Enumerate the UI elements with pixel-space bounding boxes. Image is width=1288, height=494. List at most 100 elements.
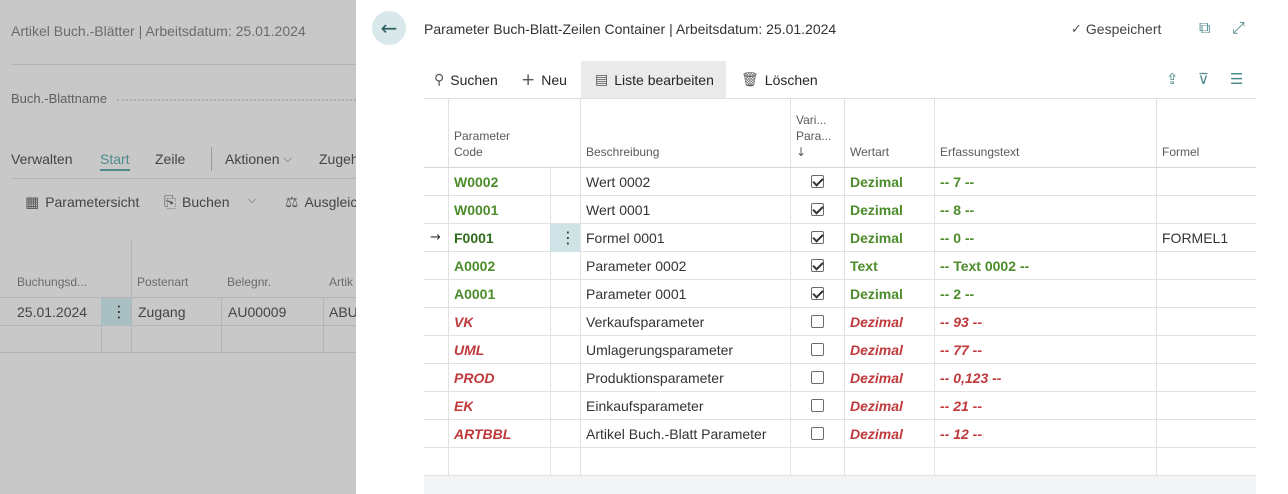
cell-parameter-code[interactable]: ARTBBL — [454, 420, 511, 448]
table-row[interactable]: W0002 Wert 0002 Dezimal -- 7 -- — [424, 168, 1256, 196]
cell-postenart[interactable]: Zugang — [138, 304, 185, 320]
table-row[interactable]: A0002 Parameter 0002 Text -- Text 0002 -- — [424, 252, 1256, 280]
column-header-buchungsdatum[interactable]: Buchungsd... — [17, 275, 87, 289]
cell-parameter-code[interactable]: VK — [454, 308, 473, 336]
cell-parameter-code[interactable]: W0002 — [454, 168, 498, 196]
column-header-formel[interactable]: Formel — [1162, 144, 1199, 160]
ausgleich-button[interactable]: ⚖ Ausgleic — [285, 193, 356, 211]
cell-wertart[interactable]: Dezimal — [850, 308, 903, 336]
table-row[interactable]: VK Verkaufsparameter Dezimal -- 93 -- — [424, 308, 1256, 336]
cell-belegnr[interactable]: AU00009 — [228, 304, 286, 320]
column-header-beschreibung[interactable]: Beschreibung — [586, 144, 659, 160]
cell-beschreibung[interactable]: Umlagerungsparameter — [586, 336, 733, 364]
column-header-erfassungstext[interactable]: Erfassungstext — [940, 144, 1019, 160]
cell-buchungsdatum[interactable]: 25.01.2024 — [17, 304, 87, 320]
cell-erfassungstext[interactable]: -- 0 -- — [940, 224, 974, 252]
cell-beschreibung[interactable]: Parameter 0001 — [586, 280, 686, 308]
table-row[interactable]: EK Einkaufsparameter Dezimal -- 21 -- — [424, 392, 1256, 420]
parametersicht-button[interactable]: ▦ Parametersicht — [25, 193, 139, 211]
variable-parameter-checkbox[interactable] — [811, 259, 824, 272]
cell-erfassungstext[interactable]: -- 7 -- — [940, 168, 974, 196]
variable-parameter-checkbox[interactable] — [811, 427, 824, 440]
variable-parameter-checkbox[interactable] — [811, 175, 824, 188]
cell-beschreibung[interactable]: Wert 0002 — [586, 168, 650, 196]
row-divider — [0, 325, 356, 326]
cell-parameter-code[interactable]: UML — [454, 336, 484, 364]
kebab-icon[interactable]: ⋮ — [111, 302, 127, 321]
footer-strip — [424, 476, 1256, 494]
cell-beschreibung[interactable]: Produktionsparameter — [586, 364, 724, 392]
cell-erfassungstext[interactable]: -- 21 -- — [940, 392, 982, 420]
cell-parameter-code[interactable]: F0001 — [454, 224, 494, 252]
cell-erfassungstext[interactable]: -- 2 -- — [940, 280, 974, 308]
cell-formel[interactable]: FORMEL1 — [1162, 224, 1228, 252]
list-icon[interactable]: ☰ — [1230, 70, 1243, 88]
variable-parameter-checkbox[interactable] — [811, 371, 824, 384]
kebab-icon[interactable]: ⋮ — [560, 224, 576, 252]
cell-wertart[interactable]: Dezimal — [850, 168, 903, 196]
column-header-wertart[interactable]: Wertart — [850, 144, 889, 160]
buchen-dropdown[interactable]: ⌵ — [248, 193, 256, 207]
column-header-postenart[interactable]: Postenart — [137, 275, 188, 289]
column-header-belegnr[interactable]: Belegnr. — [227, 275, 271, 289]
filter-icon[interactable]: ⊽ — [1198, 70, 1209, 88]
cell-erfassungstext[interactable]: -- 93 -- — [940, 308, 982, 336]
cell-wertart[interactable]: Dezimal — [850, 224, 903, 252]
expand-icon[interactable]: ⤢ — [1232, 18, 1245, 38]
cell-artikel[interactable]: ABU — [329, 304, 356, 320]
cell-wertart[interactable]: Dezimal — [850, 196, 903, 224]
cell-beschreibung[interactable]: Artikel Buch.-Blatt Parameter — [586, 420, 767, 448]
cell-parameter-code[interactable]: W0001 — [454, 196, 498, 224]
empty-row[interactable] — [424, 448, 1256, 476]
delete-button[interactable]: 🗑 Löschen — [733, 61, 826, 98]
column-header-variabler-parameter[interactable]: Vari... Para... ↓ — [796, 112, 831, 160]
grid-icon: ▦ — [25, 193, 40, 211]
table-row[interactable]: ARTBBL Artikel Buch.-Blatt Parameter Dezim… — [424, 420, 1256, 448]
cell-beschreibung[interactable]: Parameter 0002 — [586, 252, 686, 280]
buchen-button[interactable]: ⎘ Buchen — [164, 193, 230, 211]
new-button[interactable]: + Neu — [513, 61, 575, 98]
share-icon[interactable]: ⇪ — [1166, 70, 1179, 88]
variable-parameter-checkbox[interactable] — [811, 203, 824, 216]
cell-erfassungstext[interactable]: -- 0,123 -- — [940, 364, 1001, 392]
back-button[interactable]: ← — [372, 11, 406, 45]
cell-erfassungstext[interactable]: -- 12 -- — [940, 420, 982, 448]
column-header-artikel[interactable]: Artik — [329, 275, 353, 289]
cell-parameter-code[interactable]: A0002 — [454, 252, 495, 280]
cell-erfassungstext[interactable]: -- Text 0002 -- — [940, 252, 1029, 280]
cell-beschreibung[interactable]: Verkaufsparameter — [586, 308, 704, 336]
column-header-parameter-code[interactable]: Parameter Code — [454, 128, 510, 160]
cell-parameter-code[interactable]: EK — [454, 392, 473, 420]
table-row[interactable]: PROD Produktionsparameter Dezimal -- 0,123 … — [424, 364, 1256, 392]
tab-start[interactable]: Start — [100, 151, 130, 171]
table-row[interactable]: A0001 Parameter 0001 Dezimal -- 2 -- — [424, 280, 1256, 308]
variable-parameter-checkbox[interactable] — [811, 315, 824, 328]
table-row[interactable]: W0001 Wert 0001 Dezimal -- 8 -- — [424, 196, 1256, 224]
cell-parameter-code[interactable]: A0001 — [454, 280, 495, 308]
table-row[interactable]: UML Umlagerungsparameter Dezimal -- 77 -- — [424, 336, 1256, 364]
tab-verwalten[interactable]: Verwalten — [11, 151, 72, 167]
cell-wertart[interactable]: Dezimal — [850, 336, 903, 364]
tab-zeile[interactable]: Zeile — [155, 151, 185, 167]
edit-list-button[interactable]: ▤ Liste bearbeiten — [581, 61, 726, 98]
variable-parameter-checkbox[interactable] — [811, 343, 824, 356]
cell-erfassungstext[interactable]: -- 8 -- — [940, 196, 974, 224]
cell-beschreibung[interactable]: Formel 0001 — [586, 224, 665, 252]
cell-wertart[interactable]: Dezimal — [850, 420, 903, 448]
cell-wertart[interactable]: Dezimal — [850, 364, 903, 392]
variable-parameter-checkbox[interactable] — [811, 399, 824, 412]
tab-aktionen[interactable]: Aktionen ⌵ — [225, 151, 292, 167]
variable-parameter-checkbox[interactable] — [811, 287, 824, 300]
cell-wertart[interactable]: Text — [850, 252, 878, 280]
cell-erfassungstext[interactable]: -- 77 -- — [940, 336, 982, 364]
tab-zugehoerig[interactable]: Zugeh — [319, 151, 356, 167]
table-row[interactable]: → ⋮ F0001 Formel 0001 Dezimal -- 0 -- FORMEL1 — [424, 224, 1256, 252]
cell-beschreibung[interactable]: Wert 0001 — [586, 196, 650, 224]
popout-icon[interactable]: ⧉ — [1199, 18, 1210, 38]
cell-wertart[interactable]: Dezimal — [850, 280, 903, 308]
search-button[interactable]: ⚲ Suchen — [426, 61, 506, 98]
cell-beschreibung[interactable]: Einkaufsparameter — [586, 392, 704, 420]
cell-wertart[interactable]: Dezimal — [850, 392, 903, 420]
cell-parameter-code[interactable]: PROD — [454, 364, 494, 392]
variable-parameter-checkbox[interactable] — [811, 231, 824, 244]
